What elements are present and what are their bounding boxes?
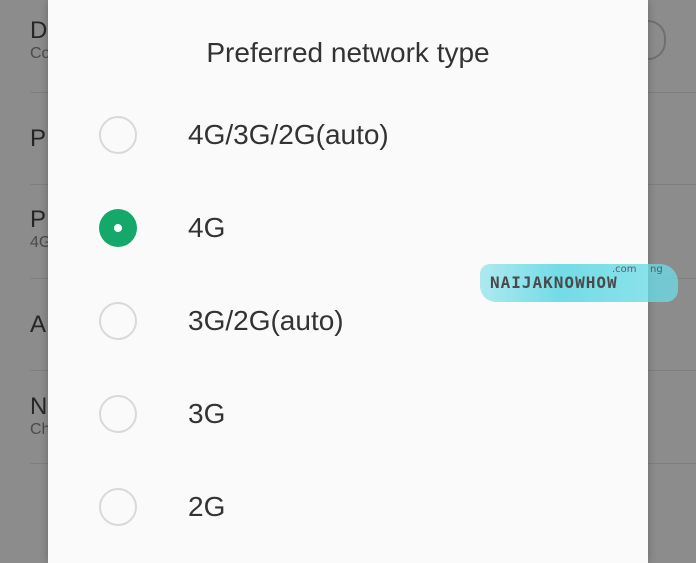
option-label: 4G/3G/2G(auto) xyxy=(188,119,389,150)
dialog-title: Preferred network type xyxy=(206,37,490,68)
radio-unchecked-icon[interactable] xyxy=(99,488,137,526)
option-label: 3G xyxy=(188,398,226,429)
watermark-logo: .com ng NAIJAKNOWHOW xyxy=(480,264,678,302)
option-label: 3G/2G(auto) xyxy=(188,305,344,336)
radio-checked-icon[interactable] xyxy=(99,209,137,247)
radio-unchecked-icon[interactable] xyxy=(99,395,137,433)
radio-unchecked-icon[interactable] xyxy=(99,302,137,340)
radio-dot-icon xyxy=(114,224,122,232)
option-4g[interactable]: 4G xyxy=(48,192,648,264)
option-4g-3g-2g-auto[interactable]: 4G/3G/2G(auto) xyxy=(48,99,648,171)
option-label: 4G xyxy=(188,212,226,243)
watermark-text: NAIJAKNOWHOW xyxy=(490,273,618,292)
option-2g[interactable]: 2G xyxy=(48,471,648,543)
option-label: 2G xyxy=(188,491,226,522)
option-3g[interactable]: 3G xyxy=(48,378,648,450)
watermark-country: ng xyxy=(650,264,663,275)
radio-unchecked-icon[interactable] xyxy=(99,116,137,154)
